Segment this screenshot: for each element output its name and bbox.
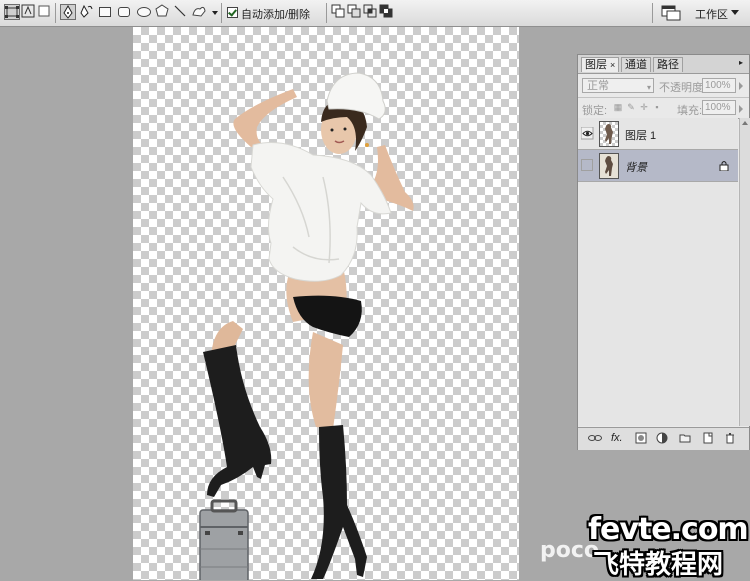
tab-channels[interactable]: 通道 bbox=[621, 57, 651, 72]
auto-add-delete-checkbox[interactable] bbox=[227, 7, 238, 18]
tab-paths[interactable]: 路径 bbox=[653, 57, 683, 72]
visibility-toggle[interactable] bbox=[581, 159, 593, 171]
link-layers-icon[interactable] bbox=[588, 432, 602, 444]
layers-scrollbar[interactable] bbox=[739, 118, 750, 426]
polygon-icon[interactable] bbox=[155, 4, 171, 20]
layers-list: 图层 1 背景 bbox=[578, 118, 738, 426]
panel-footer: fx. bbox=[578, 427, 749, 450]
raised-boot bbox=[203, 345, 272, 497]
suitcase bbox=[199, 499, 249, 580]
auto-add-delete-label: 自动添加/删除 bbox=[241, 9, 311, 21]
layer-row-background[interactable]: 背景 bbox=[578, 150, 738, 182]
close-icon[interactable]: × bbox=[610, 60, 615, 70]
layers-panel: 图层 × 通道 路径 ▸ 正常 ▾ 不透明度: 100% 锁定: ▦ ✎ ✛ ▪ 填… bbox=[577, 54, 750, 450]
toolbar-divider bbox=[221, 3, 222, 23]
toolbar-divider bbox=[55, 3, 56, 23]
layer-mask-icon[interactable] bbox=[635, 432, 647, 444]
layer-thumbnail bbox=[599, 153, 619, 179]
fevte-site-watermark: 飞特教程网 bbox=[593, 550, 724, 580]
ellipse-icon[interactable] bbox=[136, 4, 152, 20]
lock-all-icon[interactable]: ▪ bbox=[652, 102, 662, 112]
new-layer-icon[interactable] bbox=[702, 432, 714, 444]
fill-field[interactable]: 100% bbox=[702, 100, 736, 115]
white-shirt bbox=[250, 142, 392, 282]
lock-transparent-icon[interactable]: ▦ bbox=[613, 102, 623, 112]
workspace-dropdown-icon[interactable] bbox=[731, 10, 739, 15]
fill-label: 填充: bbox=[677, 105, 703, 117]
shape-layers-icon[interactable] bbox=[4, 4, 20, 20]
fevte-domain-watermark: fevte.com bbox=[588, 512, 749, 547]
options-bar: 自动添加/删除 工作区 bbox=[0, 0, 750, 27]
lock-label: 锁定: bbox=[582, 105, 608, 117]
line-icon[interactable] bbox=[173, 4, 189, 20]
adjustment-layer-icon[interactable] bbox=[656, 432, 668, 444]
add-to-area-icon[interactable] bbox=[331, 4, 347, 20]
panel-tabs: 图层 × 通道 路径 ▸ bbox=[578, 55, 749, 74]
panel-menu-icon[interactable]: ▸ bbox=[739, 59, 747, 67]
standing-boot bbox=[311, 425, 367, 579]
lock-row: 锁定: ▦ ✎ ✛ ▪ 填充: 100% bbox=[578, 97, 749, 119]
layer-thumbnail bbox=[599, 121, 619, 147]
layer-style-icon[interactable]: fx. bbox=[611, 432, 623, 444]
custom-shape-dropdown-icon[interactable] bbox=[212, 11, 218, 15]
lock-icon bbox=[719, 160, 729, 172]
scroll-up-icon[interactable] bbox=[742, 121, 748, 125]
rounded-rectangle-icon[interactable] bbox=[116, 4, 132, 20]
opacity-label: 不透明度: bbox=[659, 82, 707, 94]
eye-icon[interactable] bbox=[580, 126, 594, 140]
chevron-down-icon: ▾ bbox=[646, 83, 651, 92]
pen-icon[interactable] bbox=[60, 4, 76, 20]
layer-name[interactable]: 图层 1 bbox=[625, 127, 656, 143]
fill-pixels-icon[interactable] bbox=[37, 4, 53, 20]
workspace-icon[interactable] bbox=[661, 4, 681, 21]
layer-name[interactable]: 背景 bbox=[625, 159, 647, 175]
photo-subject bbox=[199, 72, 414, 580]
rectangle-icon[interactable] bbox=[97, 4, 113, 20]
opacity-slider-icon[interactable] bbox=[739, 82, 743, 90]
group-icon[interactable] bbox=[679, 432, 691, 444]
subtract-from-area-icon[interactable] bbox=[347, 4, 363, 20]
exclude-overlap-icon[interactable] bbox=[379, 4, 395, 20]
workspace-label[interactable]: 工作区 bbox=[695, 6, 728, 22]
black-shorts bbox=[293, 295, 362, 337]
standing-leg bbox=[308, 332, 343, 429]
freeform-pen-icon[interactable] bbox=[79, 4, 95, 20]
left-arm bbox=[233, 89, 297, 147]
delete-layer-icon[interactable] bbox=[724, 432, 736, 444]
lock-image-icon[interactable]: ✎ bbox=[626, 102, 636, 112]
fill-slider-icon[interactable] bbox=[739, 105, 743, 113]
intersect-area-icon[interactable] bbox=[363, 4, 379, 20]
toolbar-divider bbox=[652, 3, 653, 23]
document-canvas[interactable] bbox=[133, 27, 519, 580]
custom-shape-icon[interactable] bbox=[191, 4, 207, 20]
toolbar-divider bbox=[326, 3, 327, 23]
opacity-field[interactable]: 100% bbox=[702, 78, 736, 93]
lock-position-icon[interactable]: ✛ bbox=[639, 102, 649, 112]
blend-mode-select[interactable]: 正常 ▾ bbox=[582, 78, 654, 93]
paths-icon[interactable] bbox=[21, 4, 37, 20]
layer-row-1[interactable]: 图层 1 bbox=[578, 118, 738, 150]
tab-layers[interactable]: 图层 × bbox=[581, 57, 620, 72]
